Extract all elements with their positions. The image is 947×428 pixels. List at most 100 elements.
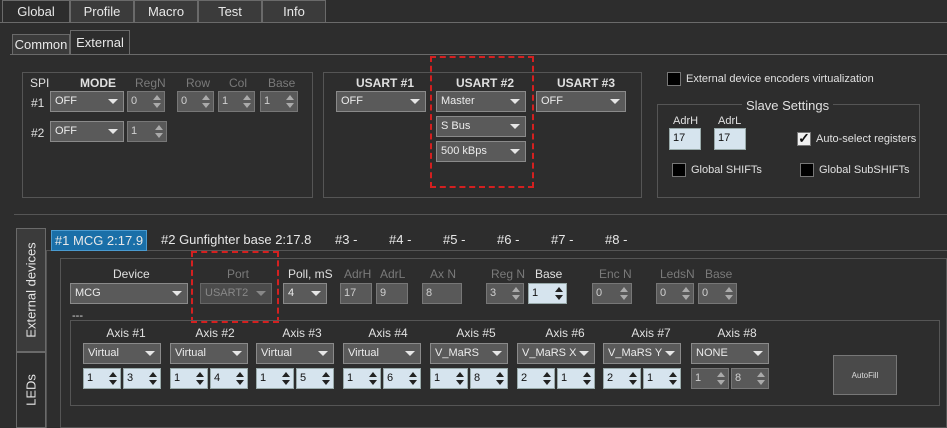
- axis-type-select[interactable]: Virtual: [256, 343, 334, 364]
- axis-first-spinner[interactable]: 1: [430, 368, 468, 389]
- spi1-base-spinner[interactable]: 1: [260, 91, 298, 112]
- spi2-mode-select[interactable]: OFF: [50, 121, 124, 142]
- adrl-header: AdrL: [380, 267, 406, 281]
- axis-first-spinner[interactable]: 2: [603, 368, 641, 389]
- device-header: Device: [113, 267, 150, 281]
- axis-type-select[interactable]: NONE: [691, 343, 769, 364]
- auto-select-label: Auto-select registers: [816, 133, 917, 145]
- encn-spinner[interactable]: 0: [592, 283, 632, 304]
- regn-header: Reg N: [491, 267, 526, 281]
- device-tab-8[interactable]: #8 -: [605, 232, 627, 247]
- side-tab-leds-label: LEDs: [23, 374, 39, 406]
- tab-common[interactable]: Common: [12, 34, 70, 54]
- usart3-header: USART #3: [557, 76, 616, 90]
- base-spinner[interactable]: 1: [528, 283, 567, 304]
- spi1-mode-select[interactable]: OFF: [50, 91, 124, 112]
- device-tab-6[interactable]: #6 -: [497, 232, 519, 247]
- poll-select[interactable]: 4: [283, 283, 327, 304]
- global-shifts-label: Global SHIFTs: [691, 164, 762, 176]
- slave-adrl-label: AdrL: [718, 115, 742, 127]
- global-subshifts-label: Global SubSHIFTs: [819, 164, 910, 176]
- device-tab-3[interactable]: #3 -: [335, 232, 357, 247]
- global-shifts-checkbox[interactable]: [672, 163, 686, 177]
- axis-type-select[interactable]: V_MaRS X: [517, 343, 595, 364]
- base2-spinner[interactable]: 0: [698, 283, 737, 304]
- axis-label: Axis #3: [282, 326, 322, 340]
- tab-profile[interactable]: Profile: [70, 0, 134, 22]
- device-tab-7[interactable]: #7 -: [551, 232, 573, 247]
- ledsn-spinner[interactable]: 0: [656, 283, 694, 304]
- regn-spinner[interactable]: 3: [486, 283, 524, 304]
- axis-type-select[interactable]: Virtual: [83, 343, 161, 364]
- axis-type-select[interactable]: Virtual: [343, 343, 421, 364]
- slave-settings-title: Slave Settings: [742, 98, 834, 113]
- usart3-select[interactable]: OFF: [536, 91, 626, 112]
- tab-info[interactable]: Info: [262, 0, 326, 22]
- subtab-line: [10, 54, 947, 55]
- slave-adrh-input[interactable]: 17: [669, 128, 701, 150]
- tab-test[interactable]: Test: [198, 0, 262, 22]
- encn-header: Enc N: [599, 267, 632, 281]
- axis-first-spinner[interactable]: 1: [691, 368, 729, 389]
- annotation-port-highlight: [191, 251, 279, 323]
- device-tab-2[interactable]: #2 Gunfighter base 2:17.8: [161, 232, 311, 247]
- axis-type-select[interactable]: V_MaRS: [430, 343, 508, 364]
- slave-adrl-input[interactable]: 17: [714, 128, 746, 150]
- axis-first-spinner[interactable]: 1: [83, 368, 121, 389]
- tab-global[interactable]: Global: [2, 0, 70, 22]
- base-header: Base: [535, 267, 563, 281]
- axis-second-spinner[interactable]: 1: [643, 368, 681, 389]
- axis-second-spinner[interactable]: 6: [383, 368, 421, 389]
- spi-row-header: Row: [186, 76, 211, 90]
- axis-label: Axis #2: [195, 326, 235, 340]
- ledsn-header: LedsN: [660, 267, 695, 281]
- tab-macro[interactable]: Macro: [134, 0, 198, 22]
- axis-type-select[interactable]: V_MaRS Y: [603, 343, 681, 364]
- adrh-header: AdrH: [344, 267, 372, 281]
- spi-mode-header: MODE: [80, 76, 116, 90]
- axis-second-spinner[interactable]: 4: [210, 368, 248, 389]
- spi1-row-spinner[interactable]: 0: [177, 91, 214, 112]
- poll-header: Poll, mS: [288, 267, 333, 281]
- usart1-select[interactable]: OFF: [336, 91, 426, 112]
- axis-label: Axis #7: [631, 326, 671, 340]
- virtualization-label: External device encoders virtualization: [686, 73, 874, 85]
- auto-select-checkbox[interactable]: ✓: [797, 131, 811, 146]
- axis-label: Axis #6: [545, 326, 585, 340]
- adrl-field: 9: [376, 283, 408, 304]
- spi-regn-header: RegN: [135, 76, 166, 90]
- spi-base-header: Base: [268, 76, 296, 90]
- adrh-field: 17: [340, 283, 372, 304]
- global-subshifts-checkbox[interactable]: [800, 163, 814, 177]
- axis-type-select[interactable]: Virtual: [170, 343, 248, 364]
- axis-second-spinner[interactable]: 5: [296, 368, 334, 389]
- axis-label: Axis #1: [106, 326, 146, 340]
- slave-adrh-label: AdrH: [673, 115, 699, 127]
- tab-bar-line: [0, 22, 947, 23]
- autofill-button[interactable]: AutoFill: [833, 355, 897, 395]
- usart1-header: USART #1: [356, 76, 415, 90]
- axis-second-spinner[interactable]: 8: [731, 368, 769, 389]
- tab-external[interactable]: External: [70, 30, 130, 54]
- axn-header: Ax N: [430, 267, 457, 281]
- axis-second-spinner[interactable]: 3: [123, 368, 161, 389]
- spi2-regn-spinner[interactable]: 1: [127, 121, 167, 142]
- axis-second-spinner[interactable]: 1: [557, 368, 595, 389]
- axis-first-spinner[interactable]: 1: [343, 368, 381, 389]
- axis-first-spinner[interactable]: 2: [517, 368, 555, 389]
- spi-row1-label: #1: [31, 96, 45, 110]
- axn-field: 8: [422, 283, 462, 304]
- axis-first-spinner[interactable]: 1: [170, 368, 208, 389]
- device-tab-4[interactable]: #4 -: [389, 232, 411, 247]
- device-select[interactable]: MCG: [70, 283, 188, 304]
- spi1-regn-spinner[interactable]: 0: [127, 91, 165, 112]
- virtualization-checkbox[interactable]: [667, 72, 681, 86]
- spi-label: SPI: [30, 76, 50, 90]
- spi1-col-spinner[interactable]: 1: [218, 91, 255, 112]
- device-tab-1[interactable]: #1 MCG 2:17.9: [51, 230, 147, 251]
- device-tab-5[interactable]: #5 -: [443, 232, 465, 247]
- axis-label: Axis #4: [368, 326, 408, 340]
- annotation-usart2-highlight: [430, 56, 534, 188]
- axis-first-spinner[interactable]: 1: [256, 368, 294, 389]
- axis-second-spinner[interactable]: 8: [470, 368, 508, 389]
